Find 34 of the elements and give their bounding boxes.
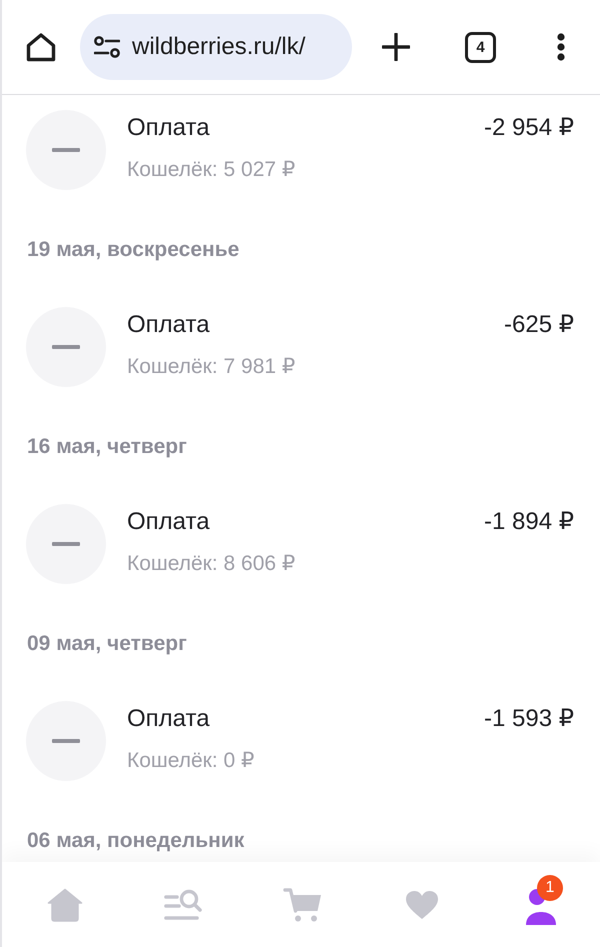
plus-icon [382, 33, 410, 61]
transaction-amount: -625 ₽ [504, 311, 574, 339]
date-header: 16 мая, четверг [27, 434, 187, 460]
date-header: 06 мая, понедельник [27, 828, 244, 854]
menu-button[interactable] [556, 32, 566, 62]
transaction-amount: -2 954 ₽ [484, 114, 574, 142]
home-icon [25, 31, 57, 63]
tab-count-button[interactable]: 4 [465, 32, 496, 62]
wallet-balance: Кошелёк: 7 981 ₽ [127, 354, 296, 380]
date-header: 09 мая, четверг [27, 631, 187, 657]
url-text: wildberries.ru/lk/ [132, 33, 306, 61]
wallet-balance: Кошелёк: 5 027 ₽ [127, 157, 296, 183]
transaction-title: Оплата [127, 508, 210, 536]
minus-icon [26, 307, 106, 387]
minus-icon [26, 504, 106, 584]
more-icon [557, 33, 565, 61]
wallet-balance: Кошелёк: 0 ₽ [127, 748, 254, 774]
transaction-title: Оплата [127, 705, 210, 733]
cart-icon [282, 886, 322, 922]
minus-icon [26, 110, 106, 190]
site-settings-icon [94, 36, 120, 58]
new-tab-button[interactable] [381, 32, 411, 62]
home-icon [46, 888, 82, 922]
transaction-title: Оплата [127, 311, 210, 339]
transaction-title: Оплата [127, 114, 210, 142]
list-search-icon [164, 888, 204, 922]
notification-badge: 1 [537, 875, 563, 901]
transaction-amount: -1 593 ₽ [484, 705, 574, 733]
wallet-balance: Кошелёк: 8 606 ₽ [127, 551, 296, 577]
date-header: 19 мая, воскресенье [27, 237, 240, 263]
address-bar[interactable]: wildberries.ru/lk/ [80, 14, 352, 80]
heart-icon [404, 890, 438, 920]
transaction-amount: -1 894 ₽ [484, 508, 574, 536]
minus-icon [26, 701, 106, 781]
